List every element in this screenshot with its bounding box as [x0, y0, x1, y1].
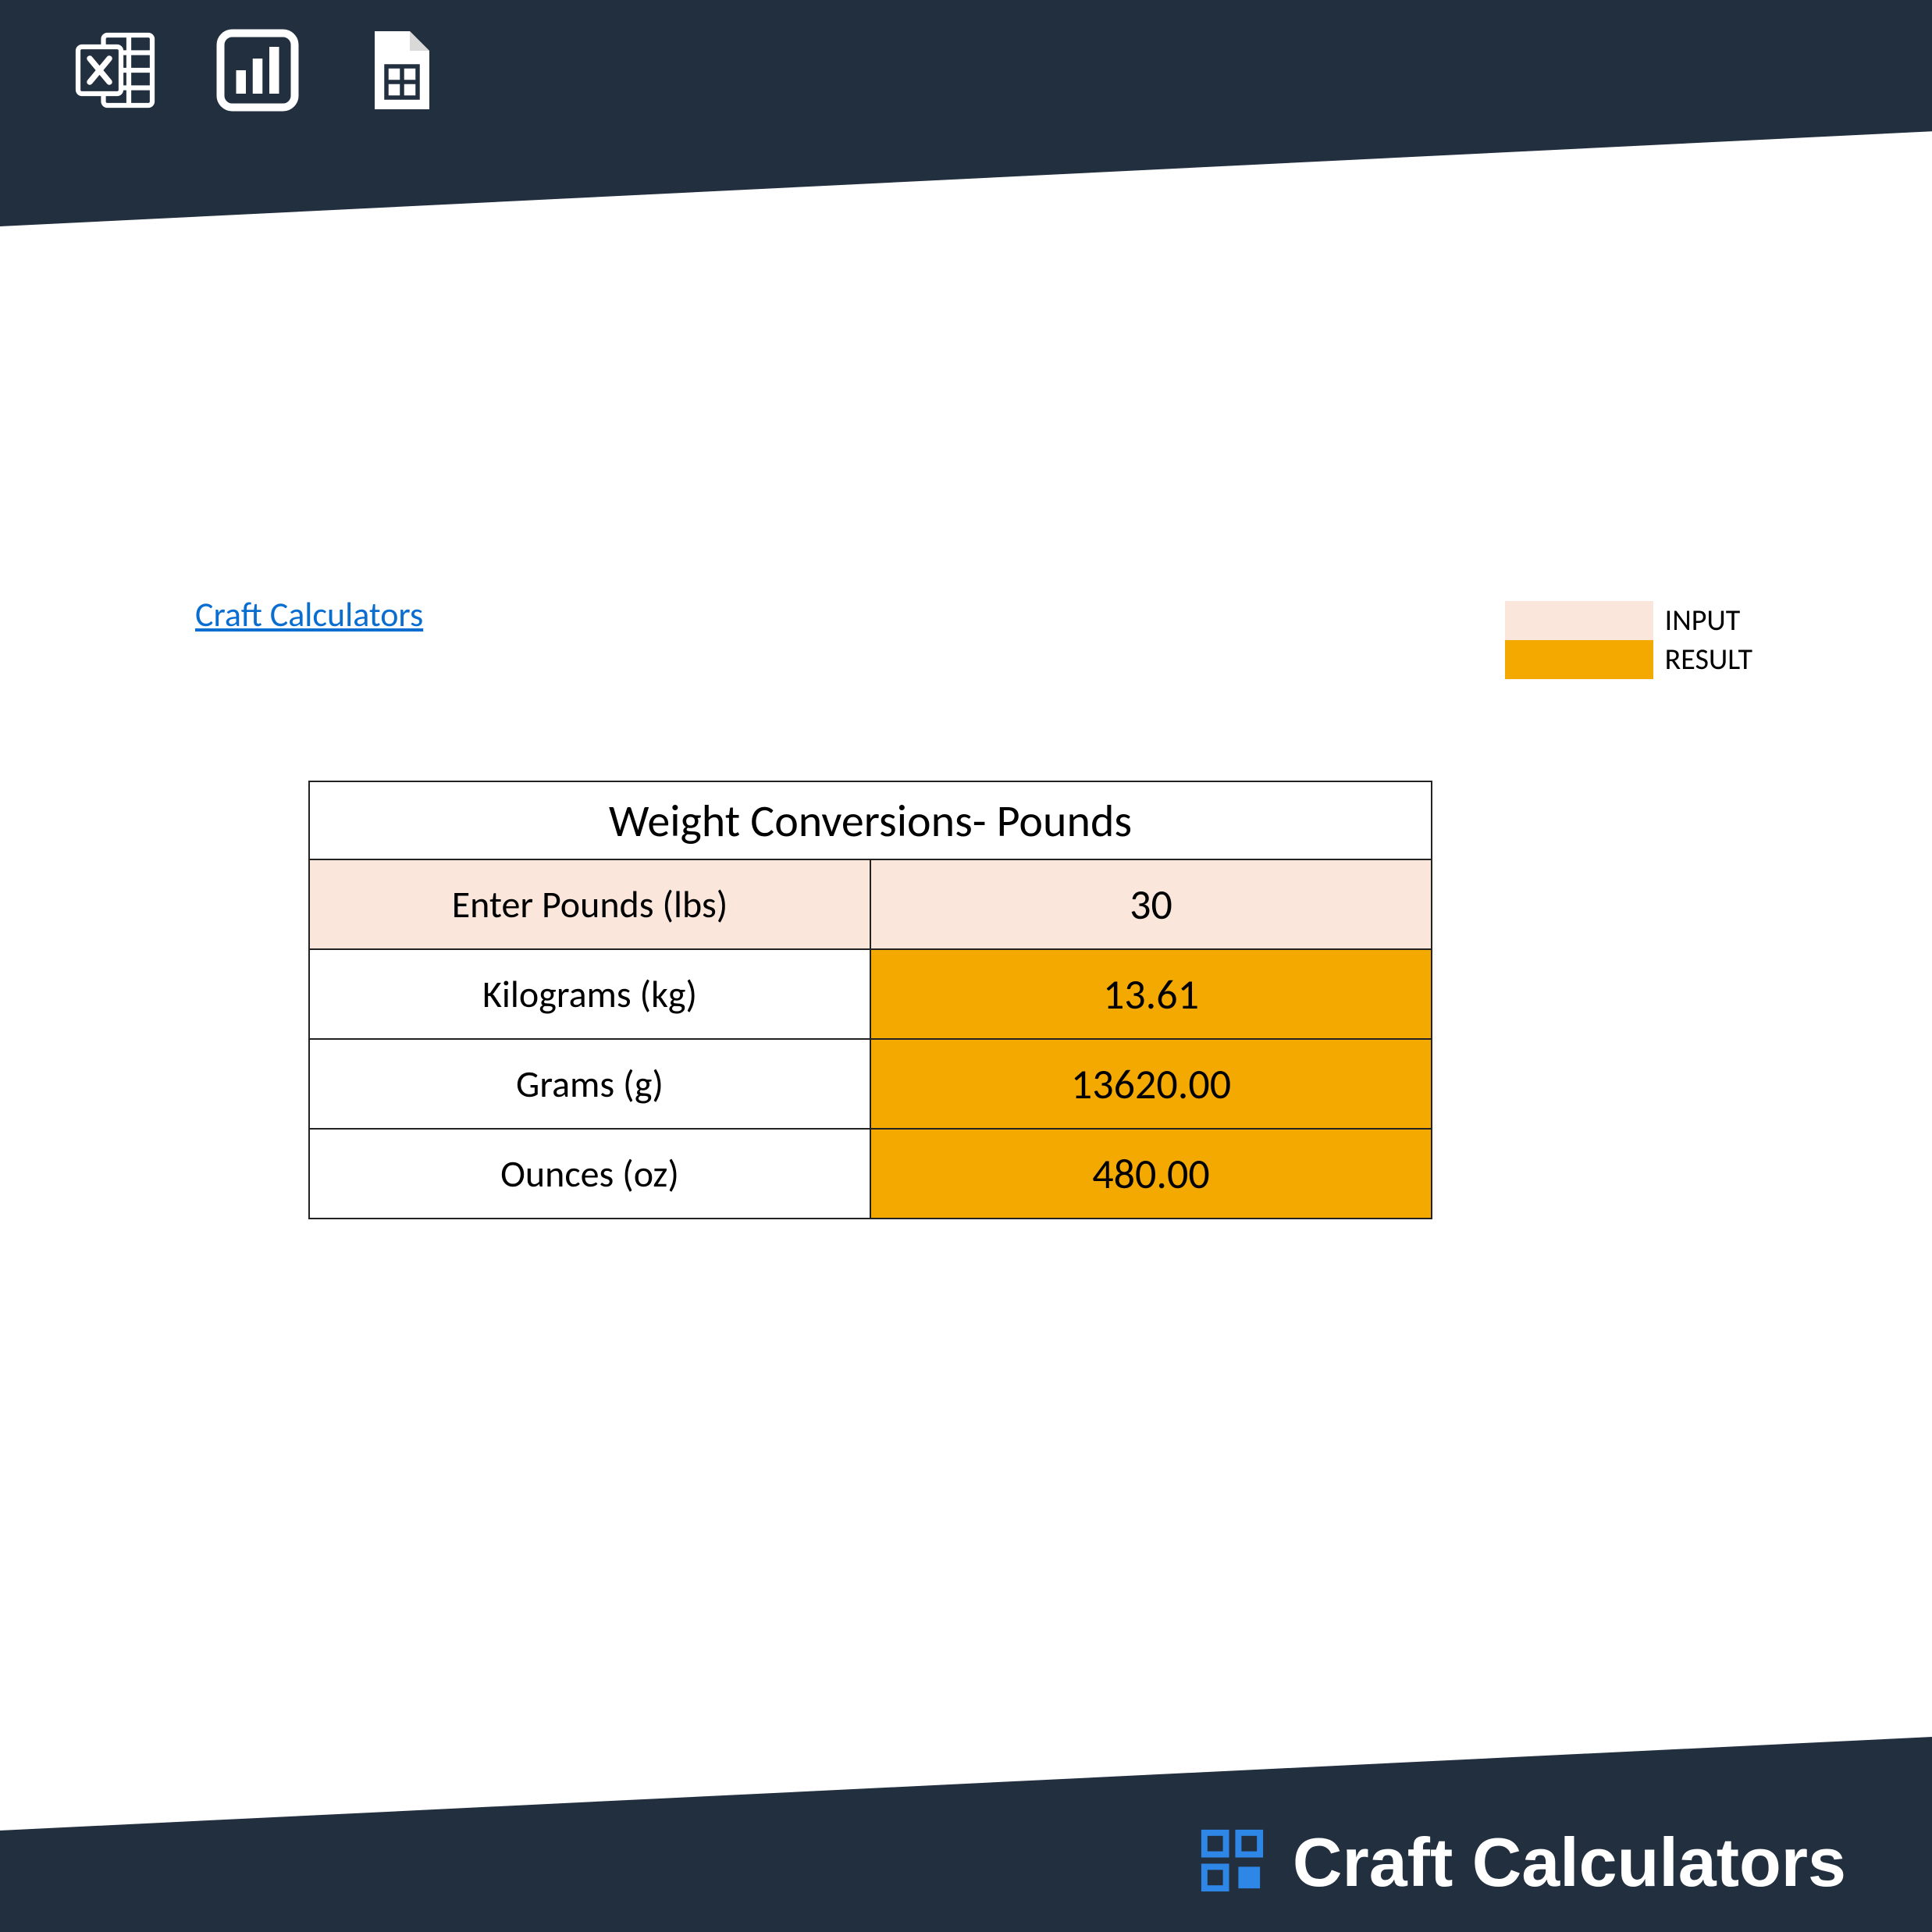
- table-row: Ounces (oz) 480.00: [309, 1129, 1432, 1219]
- brand: Craft Calculators: [1195, 1823, 1846, 1902]
- row-label-oz: Ounces (oz): [309, 1129, 870, 1219]
- table-title: Weight Conversions- Pounds: [309, 781, 1432, 859]
- legend-row-input: INPUT: [1505, 601, 1752, 640]
- table-row: Grams (g) 13620.00: [309, 1039, 1432, 1129]
- legend-swatch-result: [1505, 640, 1653, 679]
- legend-row-result: RESULT: [1505, 640, 1752, 679]
- table-row: Kilograms (kg) 13.61: [309, 949, 1432, 1039]
- row-value-kg: 13.61: [870, 949, 1432, 1039]
- legend: INPUT RESULT: [1505, 601, 1752, 679]
- top-banner: [0, 0, 1932, 226]
- legend-label-result: RESULT: [1653, 642, 1752, 678]
- legend-swatch-input: [1505, 601, 1653, 640]
- conversion-table: Weight Conversions- Pounds Enter Pounds …: [308, 781, 1432, 1219]
- dashboard-icon: [211, 23, 304, 121]
- brand-logo-icon: [1195, 1823, 1269, 1902]
- brand-text: Craft Calculators: [1293, 1823, 1846, 1902]
- top-icon-row: [70, 23, 445, 121]
- excel-icon: [70, 23, 164, 121]
- row-value-oz: 480.00: [870, 1129, 1432, 1219]
- legend-label-input: INPUT: [1653, 603, 1741, 639]
- row-value-pounds[interactable]: 30: [870, 859, 1432, 949]
- row-label-pounds: Enter Pounds (lbs): [309, 859, 870, 949]
- table-row: Enter Pounds (lbs) 30: [309, 859, 1432, 949]
- site-link[interactable]: Craft Calculators: [195, 593, 423, 635]
- row-value-g: 13620.00: [870, 1039, 1432, 1129]
- row-label-g: Grams (g): [309, 1039, 870, 1129]
- row-label-kg: Kilograms (kg): [309, 949, 870, 1039]
- sheets-icon: [351, 23, 445, 121]
- bottom-banner: Craft Calculators: [0, 1737, 1932, 1932]
